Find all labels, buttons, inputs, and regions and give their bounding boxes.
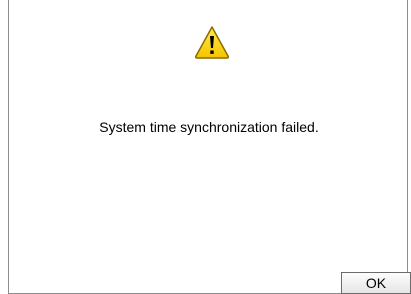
warning-icon — [194, 26, 230, 59]
error-dialog: System time synchronization failed. OK — [8, 0, 411, 294]
dialog-message: System time synchronization failed. — [99, 119, 319, 135]
ok-button[interactable]: OK — [341, 272, 411, 294]
